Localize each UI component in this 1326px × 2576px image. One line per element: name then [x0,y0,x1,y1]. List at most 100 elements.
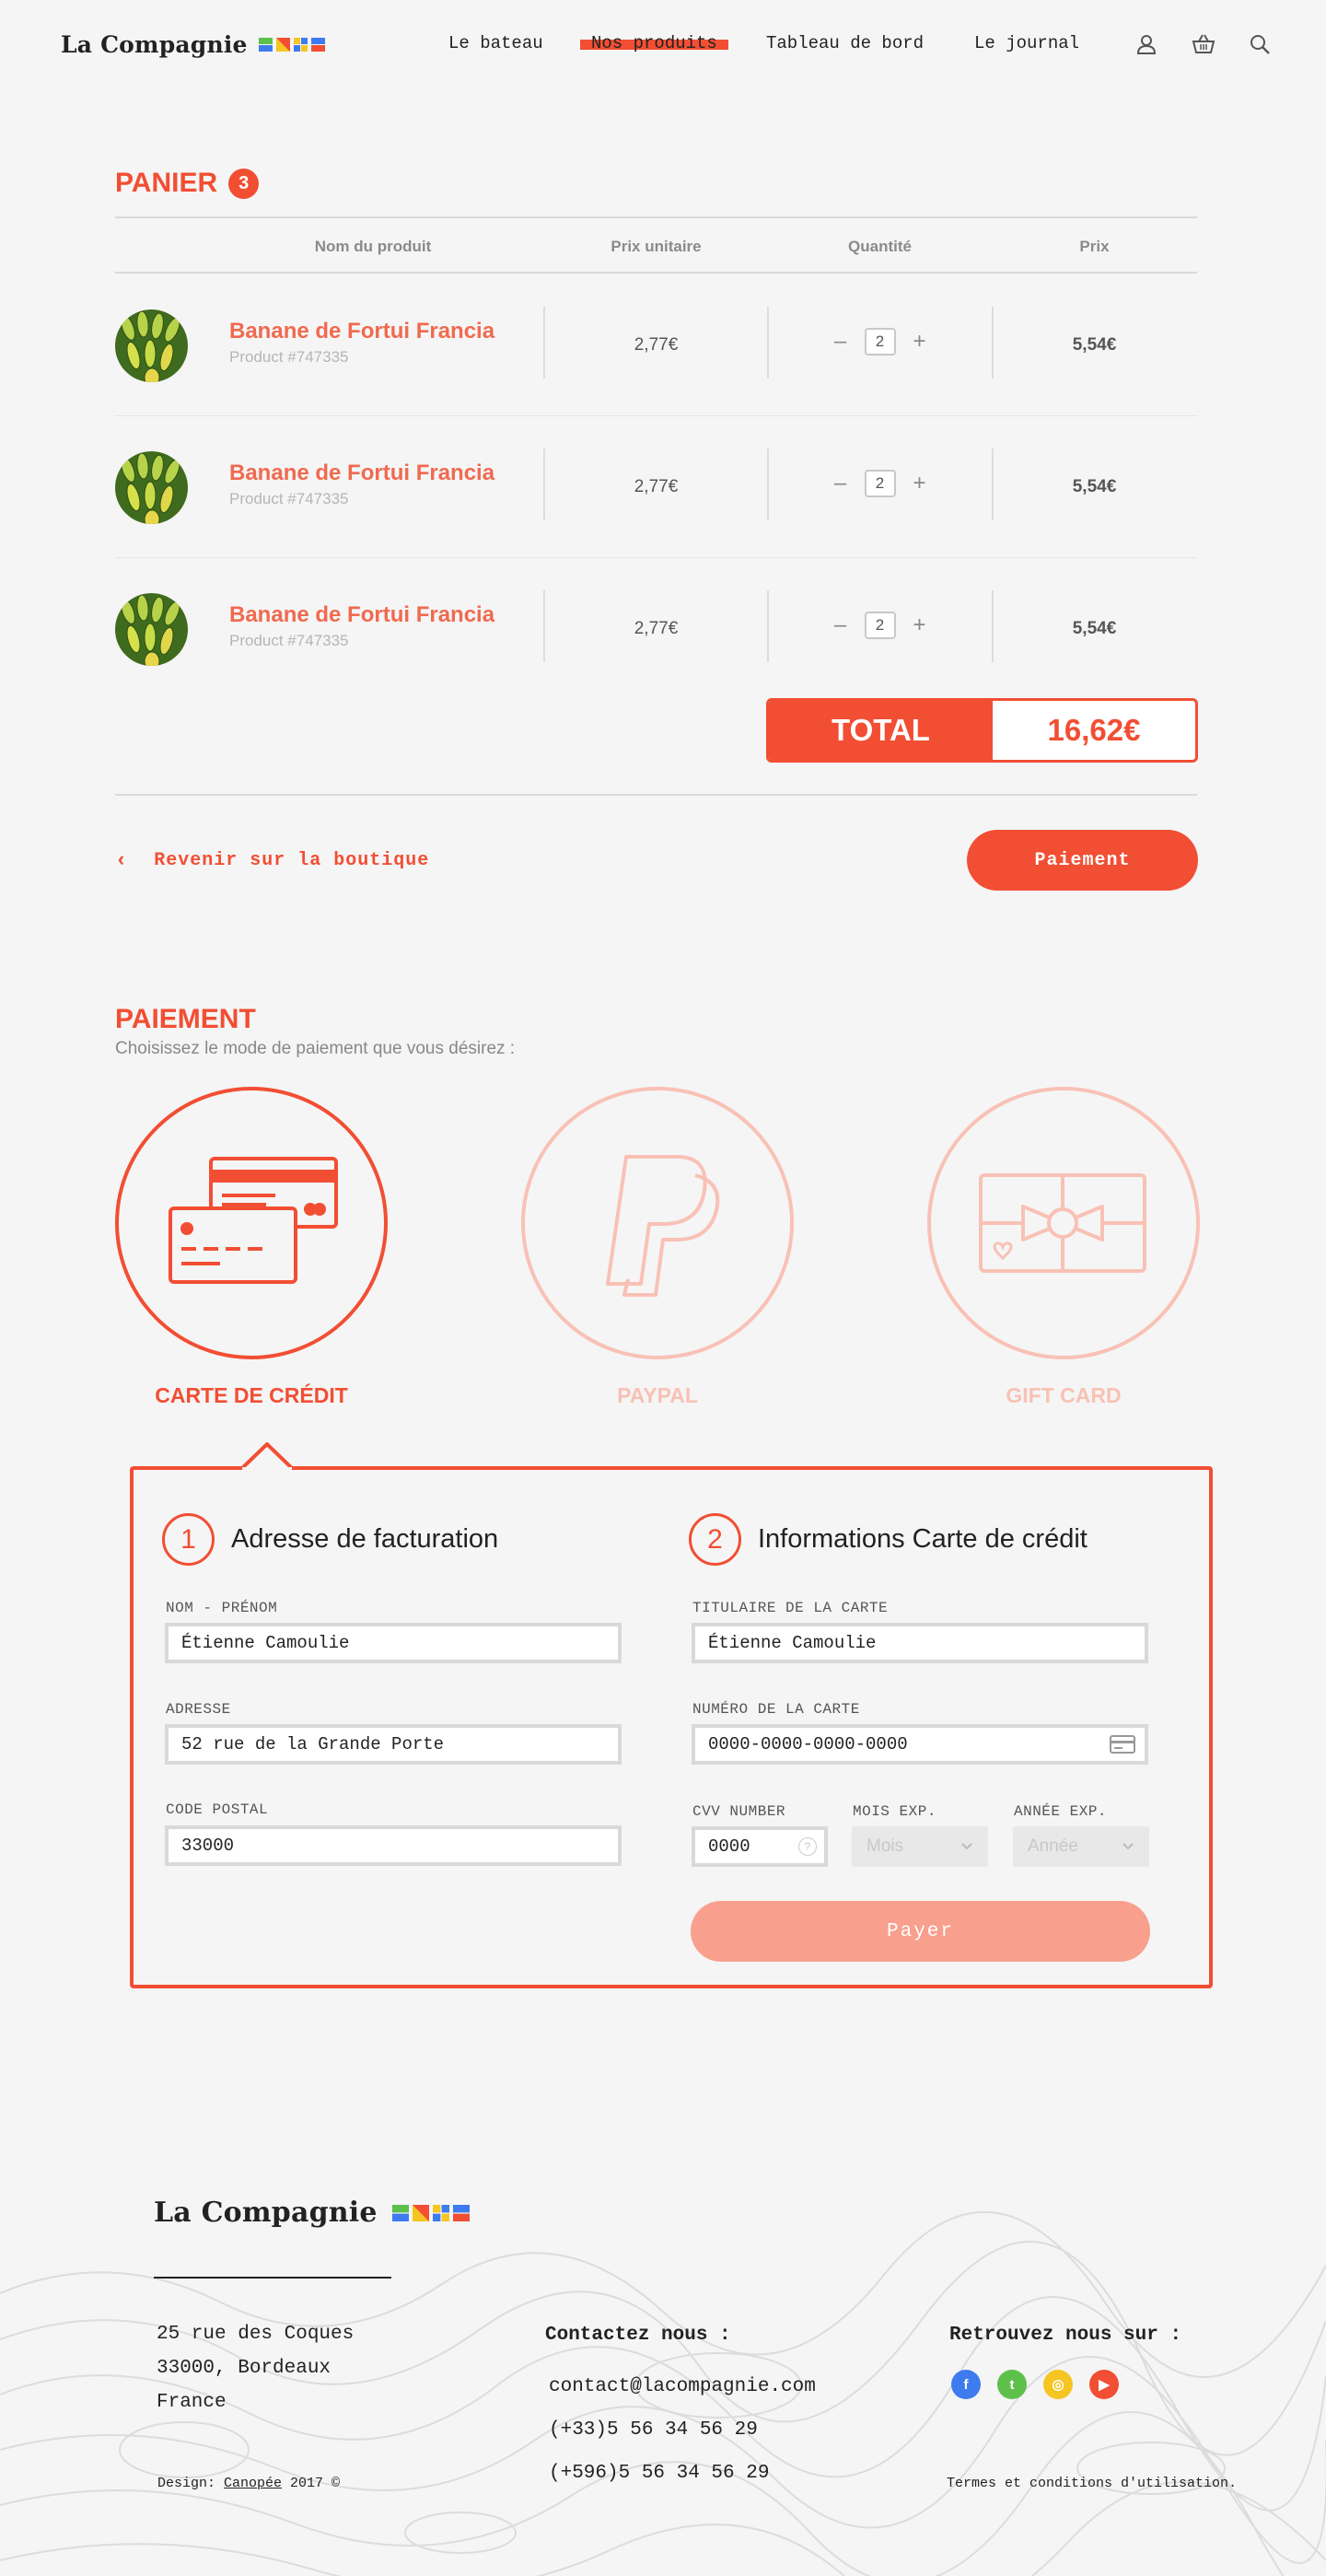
total-value: 16,62€ [1047,713,1141,747]
card-number-label: NUMÉRO DE LA CARTE [692,1701,860,1718]
method-credit-card[interactable] [115,1087,388,1359]
youtube-icon[interactable]: ▶ [1089,2370,1119,2399]
quantity-input[interactable]: 2 [864,470,896,497]
exp-month-placeholder: Mois [867,1836,904,1856]
exp-year-select[interactable]: Année [1013,1826,1149,1867]
line-price: 5,54€ [1072,477,1117,496]
method-label-credit-card: CARTE DE CRÉDIT [155,1383,348,1407]
total-box: TOTAL 16,62€ [766,698,1198,763]
address-line: 33000, Bordeaux [157,2358,332,2379]
product-thumbnail[interactable] [115,451,188,524]
zip-label: CODE POSTAL [166,1801,269,1818]
card-step-number: 2 [689,1513,741,1566]
exp-month-label: MOIS EXP. [853,1803,936,1820]
footer-divider [154,2277,391,2279]
flag-yellow-red [412,2204,429,2221]
decrease-quantity-button[interactable]: – [830,614,852,636]
address-line: France [157,2392,227,2413]
name-field[interactable]: Étienne Camoulie [165,1623,622,1663]
gift-card-icon [979,1173,1146,1273]
pay-submit-button[interactable]: Payer [691,1901,1150,1962]
col-quantity: Quantité [848,238,912,255]
billing-step-heading: 1 Adresse de facturation [162,1513,498,1566]
product-id: Product #747335 [229,490,349,507]
line-price: 5,54€ [1072,619,1117,638]
line-price: 5,54€ [1072,335,1117,355]
card-step-title: Informations Carte de crédit [758,1524,1088,1554]
contact-email-link[interactable]: contact@lacompagnie.com [549,2365,816,2408]
quantity-input[interactable]: 2 [864,328,896,356]
increase-quantity-button[interactable]: + [909,614,931,636]
cart-title: PANIER [115,168,218,198]
search-icon[interactable] [1247,31,1273,57]
chevron-left-icon: ‹ [115,849,129,872]
col-price: Prix [1079,238,1110,255]
product-name-link[interactable]: Banane de Fortui Francia [229,460,494,486]
nav-le-journal[interactable]: Le journal [974,33,1079,53]
product-name-link[interactable]: Banane de Fortui Francia [229,319,494,344]
design-credit: Design: Canopée 2017 © [157,2476,340,2491]
user-icon[interactable] [1134,31,1159,57]
checkout-button[interactable]: Paiement [967,830,1198,891]
exp-month-select[interactable]: Mois [852,1826,988,1867]
exp-year-label: ANNÉE EXP. [1014,1803,1108,1820]
selected-method-pointer [240,1442,294,1470]
card-holder-field[interactable]: Étienne Camoulie [692,1623,1148,1663]
col-product-name: Nom du produit [314,238,432,255]
facebook-icon[interactable]: f [951,2370,981,2399]
zip-field[interactable]: 33000 [165,1825,622,1866]
basket-icon[interactable] [1191,31,1216,57]
increase-quantity-button[interactable]: + [909,472,931,495]
contact-heading: Contactez nous : [545,2325,731,2346]
cvv-field[interactable]: 0000 ? [692,1826,828,1867]
product-thumbnail[interactable] [115,593,188,666]
instagram-icon[interactable]: ◎ [1043,2370,1073,2399]
flag-blue-green [258,38,273,52]
cvv-value: 0000 [708,1836,750,1857]
billing-step-number: 1 [162,1513,215,1566]
payment-subtitle: Choisissez le mode de paiement que vous … [115,1039,516,1058]
footer-logo-flags [391,2204,470,2221]
card-icon [1110,1735,1135,1754]
quantity-stepper: –2 + [767,328,993,356]
footer-logo[interactable]: La Compagnie [154,2197,470,2229]
nav-tableau-de-bord[interactable]: Tableau de bord [766,33,924,53]
back-to-shop-link[interactable]: ‹ Revenir sur la boutique [115,849,429,872]
method-label-gift-card: GIFT CARD [1006,1383,1122,1407]
terms-link[interactable]: Termes et conditions d'utilisation. [947,2476,1237,2491]
logo-text: La Compagnie [61,31,248,58]
twitter-icon[interactable]: t [997,2370,1027,2399]
table-top-divider [115,216,1197,218]
method-paypal[interactable] [521,1087,794,1359]
nav-nos-produits[interactable]: Nos produits [580,33,728,53]
card-number-field[interactable]: 0000-0000-0000-0000 [692,1724,1148,1765]
credit-prefix: Design: [157,2476,225,2491]
logo[interactable]: La Compagnie [61,31,325,58]
method-label-paypal: PAYPAL [617,1383,698,1407]
product-thumbnail[interactable] [115,309,188,382]
banana-image [115,593,188,666]
quantity-input[interactable]: 2 [864,612,896,639]
address-field[interactable]: 52 rue de la Grande Porte [165,1724,622,1765]
chevron-down-icon [1122,1843,1134,1850]
decrease-quantity-button[interactable]: – [830,472,852,495]
logo-flags [258,38,325,52]
help-icon[interactable]: ? [798,1837,817,1856]
increase-quantity-button[interactable]: + [909,331,931,353]
method-gift-card[interactable] [927,1087,1200,1359]
credit-card-icon [169,1157,338,1284]
billing-step-title: Adresse de facturation [231,1524,499,1554]
banana-image [115,309,188,382]
credit-link[interactable]: Canopée [224,2476,282,2491]
card-step-heading: 2 Informations Carte de crédit [689,1513,1088,1566]
footer-address: 25 rue des Coques 33000, Bordeaux France [157,2317,354,2419]
nav-le-bateau[interactable]: Le bateau [448,33,543,53]
decrease-quantity-button[interactable]: – [830,331,852,353]
flag-checker [432,2204,449,2221]
footer-contact: contact@lacompagnie.com (+33)5 56 34 56 … [549,2365,816,2495]
back-to-shop-label: Revenir sur la boutique [154,850,430,871]
unit-price: 2,77€ [634,477,679,496]
flag-blue-green [391,2204,409,2221]
product-name-link[interactable]: Banane de Fortui Francia [229,602,494,628]
cart-row: Banane de Fortui Francia Product #747335 2… [115,274,1197,416]
